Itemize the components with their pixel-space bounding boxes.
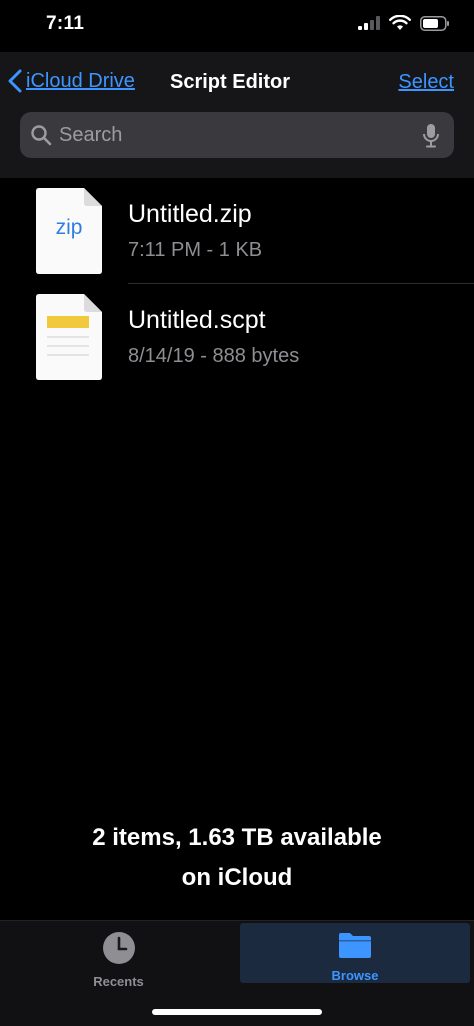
status-time: 7:11: [46, 13, 85, 34]
tab-label: Recents: [93, 974, 144, 989]
file-meta: 8/14/19 - 888 bytes: [128, 345, 300, 367]
storage-summary-line2: on iCloud: [181, 864, 293, 891]
back-button[interactable]: iCloud Drive: [8, 69, 135, 93]
folder-icon: [338, 931, 372, 964]
chevron-left-icon: [8, 69, 22, 93]
status-bar: 7:11: [0, 0, 474, 52]
search-input[interactable]: [59, 123, 399, 147]
navigation-header: iCloud Drive Script Editor Select: [0, 52, 474, 178]
file-meta: 7:11 PM - 1 KB: [128, 239, 263, 261]
zip-thumb-label: zip: [55, 216, 83, 239]
script-file-icon: [36, 294, 102, 380]
file-row-untitled-scpt[interactable]: Untitled.scpt 8/14/19 - 888 bytes: [0, 284, 474, 390]
search-icon: [30, 124, 52, 146]
file-name: Untitled.zip: [128, 200, 252, 228]
battery-icon: [420, 15, 450, 36]
home-indicator: [152, 1009, 322, 1015]
clock-icon: [102, 931, 136, 970]
select-button[interactable]: Select: [398, 71, 454, 94]
status-icons: [358, 14, 450, 36]
cellular-signal-icon: [358, 16, 380, 35]
wifi-icon: [389, 14, 411, 36]
file-row-untitled-zip[interactable]: zip Untitled.zip 7:11 PM - 1 KB: [0, 178, 474, 284]
microphone-icon[interactable]: [422, 123, 440, 154]
zip-file-icon: zip: [36, 188, 102, 274]
tab-recents[interactable]: Recents: [0, 923, 237, 989]
back-button-label: iCloud Drive: [26, 69, 135, 92]
file-name: Untitled.scpt: [128, 306, 266, 334]
search-bar[interactable]: [20, 112, 454, 158]
file-list: zip Untitled.zip 7:11 PM - 1 KB Untitled…: [0, 178, 474, 390]
storage-summary-line1: 2 items, 1.63 TB available: [92, 824, 382, 851]
page-title: Script Editor: [170, 71, 291, 93]
storage-summary: 2 items, 1.63 TB available on iCloud: [0, 818, 474, 898]
tab-browse[interactable]: Browse: [240, 923, 470, 983]
tab-label: Browse: [331, 968, 379, 983]
